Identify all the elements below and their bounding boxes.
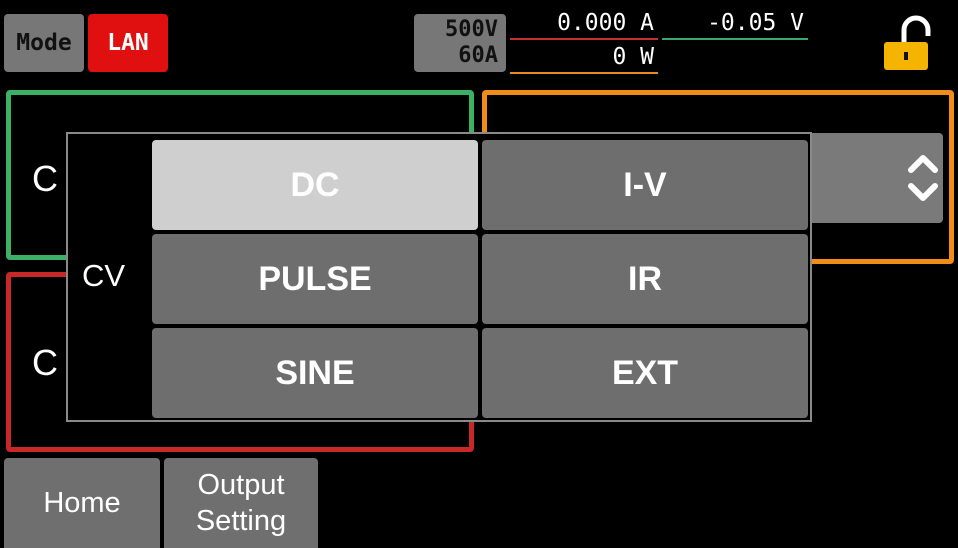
rating-voltage: 500V — [445, 17, 498, 42]
option-ir-button[interactable]: IR — [482, 234, 808, 324]
power-readout: 0 W — [510, 44, 658, 74]
chevron-up-down-icon[interactable] — [906, 148, 940, 208]
home-button[interactable]: Home — [4, 458, 160, 548]
popup-mode-label: CV — [82, 258, 126, 293]
mode-button[interactable]: Mode — [4, 14, 84, 72]
output-setting-line1: Output — [197, 469, 285, 501]
current-value: 0.000 A — [557, 10, 654, 36]
lan-button[interactable]: LAN — [88, 14, 168, 72]
option-sine-button[interactable]: SINE — [152, 328, 478, 418]
power-value: 0 W — [612, 44, 654, 70]
option-dc-button[interactable]: DC — [152, 140, 478, 230]
rating-current: 60A — [458, 43, 498, 68]
rating-display: 500V 60A — [414, 14, 506, 72]
option-pulse-button[interactable]: PULSE — [152, 234, 478, 324]
voltage-readout: -0.05 V — [662, 10, 808, 40]
unlocked-padlock-icon[interactable] — [880, 14, 934, 72]
current-panel-label: C — [32, 342, 58, 383]
voltage-value: -0.05 V — [707, 10, 804, 36]
current-readout: 0.000 A — [510, 10, 658, 40]
option-ext-button[interactable]: EXT — [482, 328, 808, 418]
output-setting-line2: Setting — [195, 505, 287, 537]
output-setting-button[interactable]: Output Setting — [164, 458, 318, 548]
voltage-panel-label: C — [32, 158, 58, 199]
option-iv-button[interactable]: I-V — [482, 140, 808, 230]
